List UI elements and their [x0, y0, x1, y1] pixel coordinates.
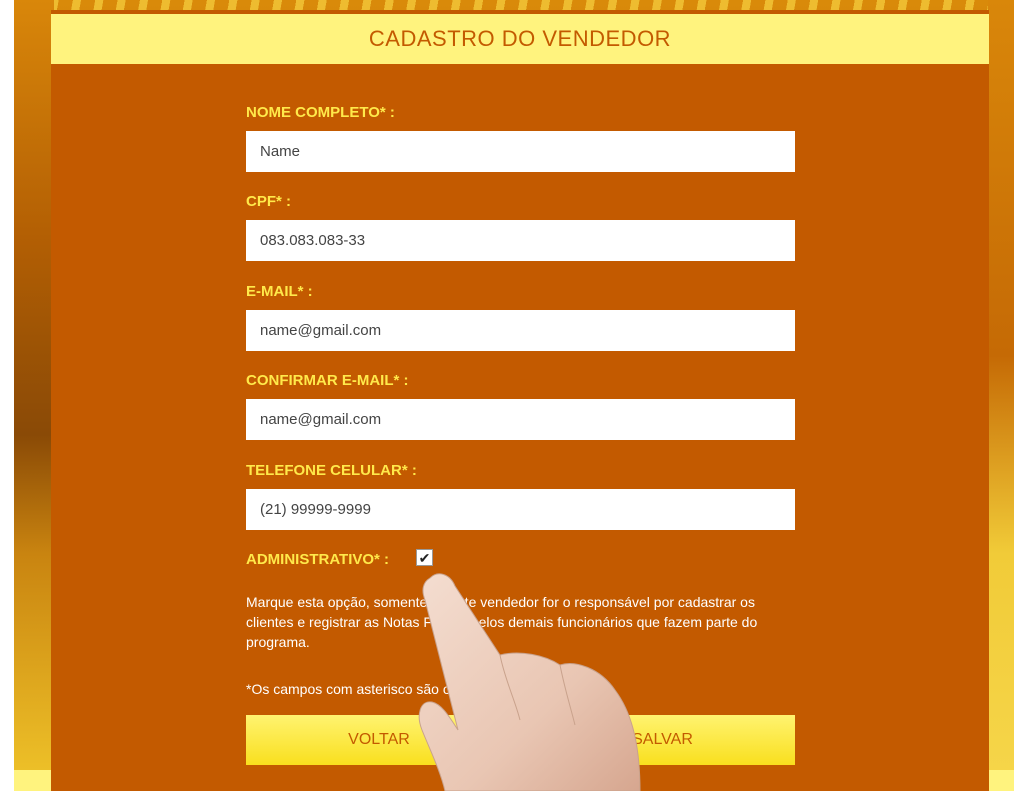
page-header: CADASTRO DO VENDEDOR [51, 14, 989, 64]
cpf-label: CPF* : [246, 193, 291, 210]
email-label: E-MAIL* : [246, 283, 313, 300]
confirm-email-label: CONFIRMAR E-MAIL* : [246, 372, 409, 389]
background-right-edge [988, 0, 1014, 791]
save-button[interactable]: SALVAR [530, 715, 795, 765]
back-button[interactable]: VOLTAR [246, 715, 512, 765]
background-left-edge [14, 0, 54, 791]
confirm-email-field[interactable]: name@gmail.com [246, 399, 795, 440]
admin-help-text: Marque esta opção, somente se este vende… [246, 594, 758, 650]
phone-label: TELEFONE CELULAR* : [246, 462, 417, 479]
cpf-field[interactable]: 083.083.083-33 [246, 220, 795, 261]
back-button-label: VOLTAR [348, 731, 410, 748]
save-button-label: SALVAR [632, 731, 693, 748]
page-title: CADASTRO DO VENDEDOR [368, 26, 672, 51]
admin-checkbox[interactable]: ✔ [416, 549, 433, 566]
required-fields-note: *Os campos com asterisco são obrigatório… [246, 681, 520, 697]
email-field[interactable]: name@gmail.com [246, 310, 795, 351]
checkmark-icon: ✔ [418, 549, 431, 566]
admin-label: ADMINISTRATIVO* : [246, 551, 390, 568]
name-field[interactable]: Name [246, 131, 795, 172]
phone-field[interactable]: (21) 99999-9999 [246, 489, 795, 530]
name-label: NOME COMPLETO* : [246, 104, 395, 121]
